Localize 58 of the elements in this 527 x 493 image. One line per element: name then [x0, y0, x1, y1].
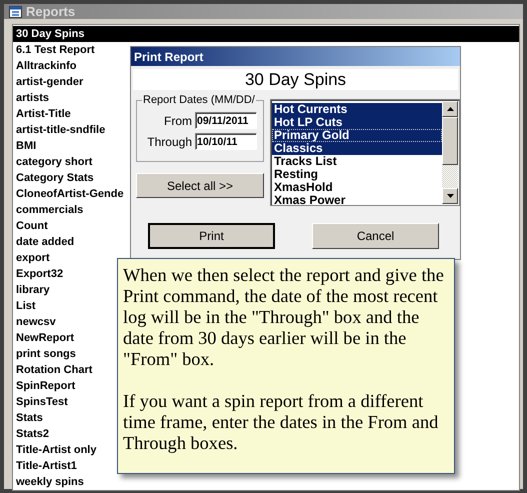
- report-item[interactable]: Stats2: [13, 426, 50, 442]
- scroll-down-button[interactable]: [442, 188, 458, 204]
- category-item[interactable]: Tracks List: [272, 155, 442, 168]
- window-title: Reports: [26, 4, 76, 19]
- report-item[interactable]: Category Stats: [13, 170, 94, 186]
- window-icon: [9, 5, 22, 18]
- report-item[interactable]: Artist-Title: [13, 106, 71, 122]
- report-item[interactable]: Export32: [13, 266, 64, 282]
- report-item[interactable]: Title-Artist only: [13, 442, 96, 458]
- report-item[interactable]: artist-title-sndfile: [13, 122, 106, 138]
- category-item[interactable]: Primary Gold: [272, 129, 442, 142]
- from-field[interactable]: 09/11/2011: [195, 112, 257, 129]
- category-item[interactable]: XmasHold: [272, 181, 442, 194]
- category-item[interactable]: Hot Currents: [272, 103, 442, 116]
- report-item[interactable]: Title-Artist1: [13, 458, 77, 474]
- print-button[interactable]: Print: [148, 223, 275, 249]
- callout-text: When we then select the report and give the Print command, the date of the most recent log will be in the "Through" box and the date from 30 days earlier will be in the "From" box.: [123, 265, 445, 370]
- report-item[interactable]: print songs: [13, 346, 76, 362]
- report-item[interactable]: BMI: [13, 138, 36, 154]
- through-label: Through: [147, 134, 192, 148]
- category-item[interactable]: Classics: [272, 142, 442, 155]
- report-item[interactable]: newcsv: [13, 314, 56, 330]
- cancel-button[interactable]: Cancel: [312, 223, 439, 249]
- up-arrow-icon: [446, 107, 454, 111]
- report-item[interactable]: Stats: [13, 410, 43, 426]
- report-item[interactable]: artists: [13, 90, 50, 106]
- category-item[interactable]: Xmas Power: [272, 194, 442, 207]
- through-field[interactable]: 10/10/11: [195, 133, 257, 150]
- report-item[interactable]: Rotation Chart: [13, 362, 92, 378]
- category-item[interactable]: Resting: [272, 168, 442, 181]
- report-item[interactable]: SpinReport: [13, 378, 76, 394]
- report-item[interactable]: artist-gender: [13, 74, 84, 90]
- report-item[interactable]: NewReport: [13, 330, 74, 346]
- scrollbar-thumb[interactable]: [442, 117, 458, 165]
- report-item[interactable]: commercials: [13, 202, 84, 218]
- report-item[interactable]: Count: [13, 218, 48, 234]
- report-item[interactable]: 30 Day Spins: [13, 26, 519, 42]
- report-item[interactable]: CloneofArtist-Gende: [13, 186, 124, 202]
- dialog-title: Print Report: [131, 47, 460, 66]
- report-item[interactable]: export: [13, 250, 50, 266]
- report-item[interactable]: weekly spins: [13, 474, 84, 490]
- report-name: 30 Day Spins: [133, 69, 458, 90]
- select-all-button[interactable]: Select all >>: [136, 173, 264, 198]
- category-item[interactable]: Hot LP Cuts: [272, 116, 442, 129]
- scroll-up-button[interactable]: [442, 101, 458, 117]
- down-arrow-icon: [446, 194, 454, 198]
- report-item[interactable]: 6.1 Test Report: [13, 42, 95, 58]
- scrollbar[interactable]: [442, 101, 458, 204]
- report-item[interactable]: List: [13, 298, 36, 314]
- report-item[interactable]: date added: [13, 234, 74, 250]
- report-item[interactable]: Alltrackinfo: [13, 58, 77, 74]
- group-label: Report Dates (MM/DD/: [142, 94, 256, 106]
- report-item[interactable]: library: [13, 282, 50, 298]
- report-item[interactable]: category short: [13, 154, 92, 170]
- category-list[interactable]: Hot Currents Hot LP Cuts Primary Gold Classics Tracks List Resting XmasHold Xmas Power: [270, 99, 460, 206]
- from-label: From: [164, 114, 192, 128]
- report-item[interactable]: SpinsTest: [13, 394, 68, 410]
- callout-text: If you want a spin report from a different time frame, enter the dates in the From and Through boxes.: [123, 391, 440, 454]
